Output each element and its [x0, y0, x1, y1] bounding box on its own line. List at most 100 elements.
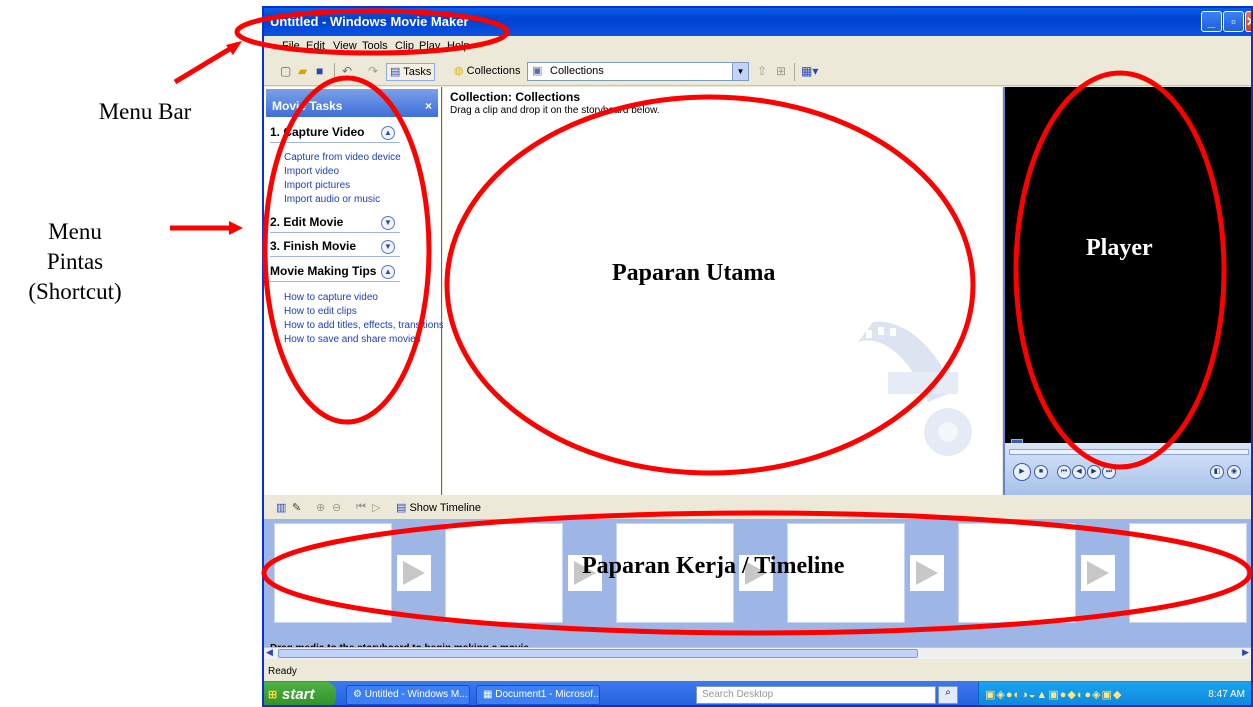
- title-bar[interactable]: Untitled - Windows Movie Maker _ ▫ ✕: [264, 8, 1251, 36]
- windows-taskbar: ⊞ start ⚙ Untitled - Windows M... ▦ Docu…: [264, 681, 1251, 705]
- stop-icon[interactable]: ■: [1034, 465, 1048, 479]
- play-storyboard-icon[interactable]: ▷: [372, 501, 380, 514]
- taskbar-item-label: Document1 - Microsof...: [495, 689, 600, 700]
- storyboard-cell[interactable]: [274, 523, 392, 623]
- undo-icon[interactable]: ↶: [342, 64, 352, 78]
- views-icon[interactable]: ▦▾: [801, 64, 818, 78]
- horizontal-scrollbar[interactable]: ◀ ▶: [264, 647, 1251, 659]
- set-audio-levels-icon[interactable]: ▥: [276, 501, 286, 514]
- movie-maker-icon: ⚙: [353, 689, 365, 700]
- play-icon[interactable]: ▶: [1013, 463, 1031, 481]
- rewind-icon[interactable]: ◀: [1072, 465, 1086, 479]
- storyboard-cell[interactable]: [958, 523, 1076, 623]
- chevron-down-icon[interactable]: ▼: [381, 240, 395, 254]
- tray-icons[interactable]: ▣◈●◐◑◒▲▣●◆◐●◈▣◆: [985, 688, 1122, 701]
- link-how-add-titles[interactable]: How to add titles, effects, transitions: [284, 320, 444, 331]
- menu-pintas-arrow-head-icon: [229, 221, 243, 235]
- menu-bar: File Edit View Tools Clip Play Help: [264, 36, 1251, 56]
- transition-arrow-icon[interactable]: [397, 555, 431, 591]
- transition-arrow-icon[interactable]: [910, 555, 944, 591]
- storyboard-cell[interactable]: [787, 523, 905, 623]
- annotation-menu-pintas-label: Menu Pintas (Shortcut): [0, 217, 150, 307]
- link-how-capture-video[interactable]: How to capture video: [284, 292, 378, 303]
- menu-view[interactable]: View: [333, 40, 357, 52]
- open-project-icon[interactable]: ▰: [298, 64, 307, 78]
- taskbar-item-label: Untitled - Windows M...: [364, 689, 468, 700]
- scroll-thumb[interactable]: [278, 649, 918, 658]
- link-how-save-share[interactable]: How to save and share movies: [284, 334, 421, 345]
- tasks-button-label: Tasks: [403, 66, 432, 78]
- storyboard-cell[interactable]: [616, 523, 734, 623]
- menu-tools[interactable]: Tools: [362, 40, 388, 52]
- minimize-button[interactable]: _: [1201, 11, 1222, 32]
- taskbar-item-movie-maker[interactable]: ⚙ Untitled - Windows M...: [346, 685, 470, 705]
- narrate-icon[interactable]: ✎: [292, 501, 301, 514]
- collections-select[interactable]: ▣ Collections ▼: [527, 62, 749, 81]
- desktop-search-input[interactable]: Search Desktop: [696, 686, 936, 704]
- taskbar-item-word[interactable]: ▦ Document1 - Microsof...: [476, 685, 600, 705]
- tasks-button[interactable]: ▤ Tasks: [386, 63, 436, 81]
- link-capture-from-device[interactable]: Capture from video device: [284, 152, 401, 163]
- transition-arrow-icon[interactable]: [739, 555, 773, 591]
- collections-button[interactable]: ◍ Collections: [454, 64, 520, 77]
- chevron-down-icon[interactable]: ▼: [381, 216, 395, 230]
- scroll-right-icon[interactable]: ▶: [1242, 647, 1249, 658]
- system-tray: ▣◈●◐◑◒▲▣●◆◐●◈▣◆ 8:47 AM: [978, 682, 1251, 705]
- new-folder-icon[interactable]: ⊞: [776, 64, 786, 78]
- maximize-button[interactable]: ▫: [1223, 11, 1244, 32]
- link-import-pictures[interactable]: Import pictures: [284, 180, 350, 191]
- chevron-down-icon[interactable]: ▼: [732, 63, 748, 80]
- zoom-in-icon[interactable]: ⊕: [316, 501, 325, 514]
- seek-bar[interactable]: [1009, 449, 1249, 455]
- snapshot-icon[interactable]: ◉: [1227, 465, 1241, 479]
- annotation-menu-pintas-line3: (Shortcut): [28, 279, 122, 304]
- section-title: 1. Capture Video: [270, 125, 365, 139]
- collections-select-icon: ▣: [532, 65, 543, 77]
- tasks-icon: ▤: [390, 66, 401, 78]
- show-timeline-label: Show Timeline: [409, 502, 482, 514]
- close-icon[interactable]: ×: [425, 99, 432, 113]
- show-timeline-button[interactable]: ▤ Show Timeline: [396, 501, 481, 514]
- taskbar-clock: 8:47 AM: [1208, 689, 1245, 700]
- search-icon[interactable]: ⌕: [938, 686, 958, 704]
- storyboard-cell[interactable]: [445, 523, 563, 623]
- chevron-up-icon[interactable]: ▲: [381, 265, 395, 279]
- link-how-edit-clips[interactable]: How to edit clips: [284, 306, 357, 317]
- status-bar: Ready: [264, 663, 1251, 681]
- zoom-out-icon[interactable]: ⊖: [332, 501, 341, 514]
- status-text: Ready: [268, 666, 297, 677]
- up-folder-icon[interactable]: ⇧: [757, 64, 767, 78]
- storyboard-cell[interactable]: [1129, 523, 1247, 623]
- start-button[interactable]: ⊞ start: [264, 682, 336, 705]
- new-project-icon[interactable]: ▢: [280, 64, 291, 78]
- previous-icon[interactable]: ⏮: [1057, 465, 1071, 479]
- menu-play[interactable]: Play: [419, 40, 440, 52]
- chevron-up-icon[interactable]: ▲: [381, 126, 395, 140]
- rewind-storyboard-icon[interactable]: ⏮: [356, 501, 366, 514]
- menu-file[interactable]: File: [282, 40, 300, 52]
- annotation-menu-pintas-line1: Menu: [48, 219, 102, 244]
- menu-clip[interactable]: Clip: [395, 40, 414, 52]
- section-title: 2. Edit Movie: [270, 215, 344, 229]
- link-import-video[interactable]: Import video: [284, 166, 339, 177]
- next-icon[interactable]: ⏭: [1102, 465, 1116, 479]
- menu-help[interactable]: Help: [447, 40, 470, 52]
- menu-edit[interactable]: Edit: [306, 40, 325, 52]
- section-title: Movie Making Tips: [270, 264, 377, 278]
- movie-maker-window: Untitled - Windows Movie Maker _ ▫ ✕ Fil…: [262, 6, 1253, 707]
- storyboard[interactable]: Drag media to the storyboard to begin ma…: [264, 519, 1251, 654]
- save-project-icon[interactable]: ■: [316, 64, 323, 78]
- split-clip-icon[interactable]: ◧: [1210, 465, 1224, 479]
- transition-arrow-icon[interactable]: [568, 555, 602, 591]
- transition-arrow-icon[interactable]: [1081, 555, 1115, 591]
- forward-icon[interactable]: ▶: [1087, 465, 1101, 479]
- collections-icon: ◍: [454, 65, 464, 77]
- section-title: 3. Finish Movie: [270, 239, 357, 253]
- task-pane: Movie Tasks × 1. Capture Video ▲ Capture…: [264, 87, 444, 495]
- close-button[interactable]: ✕: [1245, 11, 1251, 32]
- scroll-left-icon[interactable]: ◀: [266, 647, 273, 658]
- redo-icon[interactable]: ↷: [368, 64, 378, 78]
- link-import-audio[interactable]: Import audio or music: [284, 194, 380, 205]
- collection-content[interactable]: Collection: Collections Drag a clip and …: [441, 87, 1002, 495]
- task-pane-header: Movie Tasks ×: [266, 89, 438, 117]
